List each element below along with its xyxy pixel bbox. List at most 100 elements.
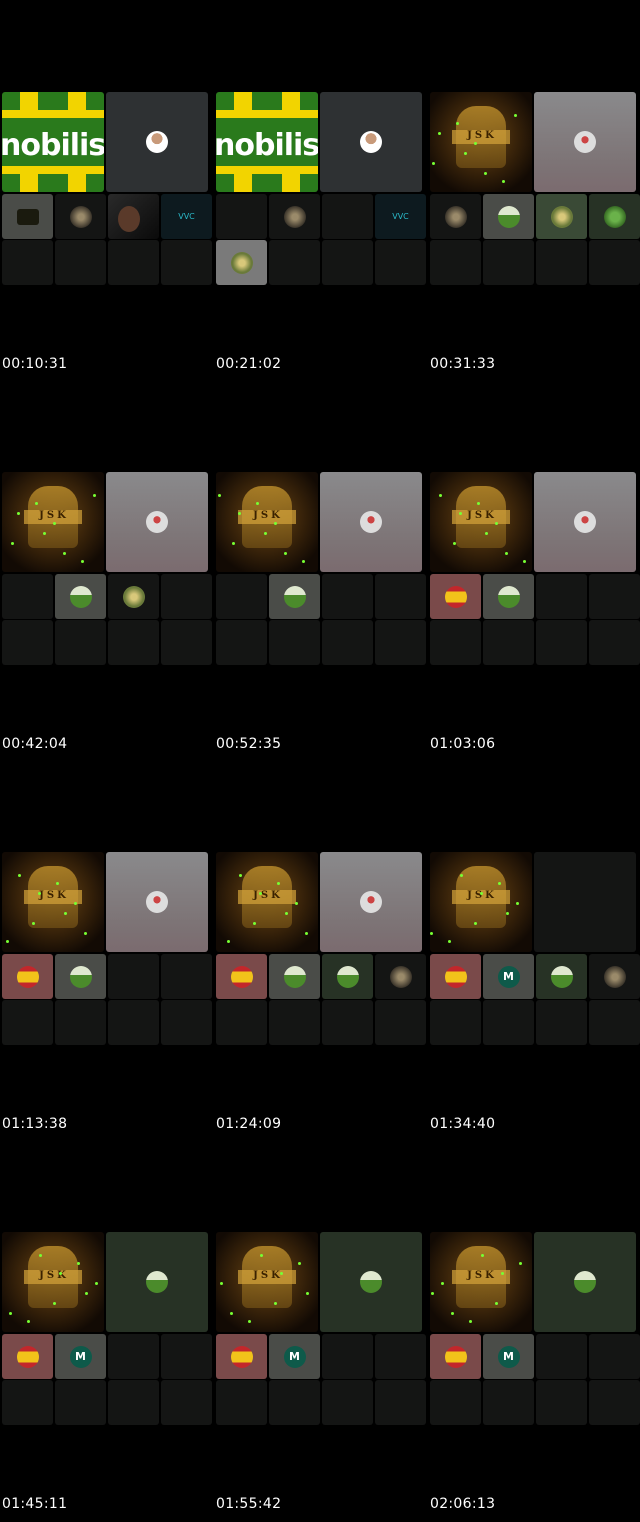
participant-tile[interactable] (430, 574, 481, 619)
participant-tile[interactable] (161, 574, 212, 619)
participant-tile[interactable] (589, 954, 640, 999)
participant-tile[interactable] (375, 1000, 426, 1045)
participant-tile[interactable] (161, 240, 212, 285)
jsk-emblem-tile[interactable]: JSK (430, 1232, 532, 1332)
participant-tile[interactable] (534, 472, 636, 572)
participant-tile[interactable] (375, 1380, 426, 1425)
jsk-emblem-tile[interactable]: JSK (430, 92, 532, 192)
participant-tile[interactable] (430, 1380, 481, 1425)
participant-tile[interactable] (430, 194, 481, 239)
participant-tile[interactable] (322, 194, 373, 239)
participant-tile[interactable] (430, 620, 481, 665)
participant-tile[interactable] (2, 954, 53, 999)
participant-tile[interactable] (2, 620, 53, 665)
participant-tile[interactable] (2, 240, 53, 285)
participant-tile[interactable] (483, 1000, 534, 1045)
participant-tile[interactable] (216, 954, 267, 999)
participant-tile[interactable] (216, 620, 267, 665)
jsk-emblem-tile[interactable]: JSK (216, 472, 318, 572)
participant-tile[interactable] (430, 1000, 481, 1045)
participant-tile[interactable] (483, 194, 534, 239)
participant-tile[interactable] (483, 240, 534, 285)
participant-tile[interactable] (106, 92, 208, 192)
participant-tile[interactable] (108, 240, 159, 285)
participant-tile[interactable] (55, 194, 106, 239)
participant-tile[interactable] (108, 1000, 159, 1045)
participant-tile[interactable] (320, 1232, 422, 1332)
participant-tile[interactable] (430, 1334, 481, 1379)
participant-tile[interactable] (483, 1380, 534, 1425)
jsk-emblem-tile[interactable]: JSK (2, 472, 104, 572)
camera-video-tile[interactable] (108, 194, 159, 239)
participant-tile[interactable] (322, 1000, 373, 1045)
participant-tile[interactable] (108, 1380, 159, 1425)
participant-tile[interactable] (108, 954, 159, 999)
participant-tile[interactable] (375, 574, 426, 619)
participant-tile[interactable] (55, 954, 106, 999)
participant-tile[interactable] (269, 954, 320, 999)
participant-tile[interactable] (106, 852, 208, 952)
participant-tile[interactable] (108, 620, 159, 665)
participant-tile[interactable] (322, 620, 373, 665)
participant-tile[interactable] (55, 1380, 106, 1425)
participant-tile[interactable] (322, 240, 373, 285)
participant-tile[interactable] (536, 954, 587, 999)
participant-tile[interactable] (536, 240, 587, 285)
jsk-emblem-tile[interactable]: JSK (2, 1232, 104, 1332)
participant-tile[interactable] (2, 1334, 53, 1379)
participant-tile[interactable] (589, 194, 640, 239)
participant-tile[interactable] (216, 194, 267, 239)
participant-tile[interactable] (216, 1000, 267, 1045)
participant-tile[interactable] (589, 620, 640, 665)
participant-tile[interactable] (320, 852, 422, 952)
participant-tile[interactable] (375, 240, 426, 285)
participant-tile[interactable]: VVC (161, 194, 212, 239)
participant-tile[interactable] (2, 1380, 53, 1425)
participant-tile[interactable] (269, 1000, 320, 1045)
participant-tile[interactable] (216, 240, 267, 285)
mobilis-logo-tile[interactable]: nobilis (2, 92, 104, 192)
participant-tile[interactable] (536, 1000, 587, 1045)
participant-tile[interactable] (108, 1334, 159, 1379)
participant-tile[interactable] (55, 620, 106, 665)
participant-tile[interactable] (589, 240, 640, 285)
jsk-emblem-tile[interactable]: JSK (216, 852, 318, 952)
participant-tile[interactable] (589, 1334, 640, 1379)
participant-tile[interactable] (483, 620, 534, 665)
participant-tile[interactable] (106, 1232, 208, 1332)
participant-tile[interactable] (322, 954, 373, 999)
participant-tile[interactable] (161, 620, 212, 665)
participant-tile[interactable] (55, 1000, 106, 1045)
participant-tile[interactable] (161, 1334, 212, 1379)
participant-tile[interactable] (375, 1334, 426, 1379)
participant-tile[interactable]: M (483, 954, 534, 999)
participant-tile[interactable] (216, 574, 267, 619)
participant-tile[interactable] (589, 574, 640, 619)
participant-tile[interactable] (2, 1000, 53, 1045)
participant-tile[interactable] (322, 574, 373, 619)
participant-tile[interactable] (161, 1380, 212, 1425)
participant-tile[interactable]: VVC (375, 194, 426, 239)
participant-tile[interactable] (161, 1000, 212, 1045)
participant-tile[interactable] (536, 574, 587, 619)
participant-tile[interactable] (216, 1380, 267, 1425)
participant-tile[interactable] (536, 620, 587, 665)
participant-tile[interactable] (216, 1334, 267, 1379)
participant-tile[interactable] (589, 1380, 640, 1425)
participant-tile[interactable] (106, 472, 208, 572)
participant-tile[interactable] (108, 574, 159, 619)
participant-tile[interactable] (536, 1380, 587, 1425)
participant-tile[interactable] (322, 1334, 373, 1379)
participant-tile[interactable] (430, 240, 481, 285)
participant-tile[interactable] (161, 954, 212, 999)
participant-tile[interactable]: M (483, 1334, 534, 1379)
participant-tile[interactable] (536, 1334, 587, 1379)
jsk-emblem-tile[interactable]: JSK (430, 472, 532, 572)
participant-tile[interactable] (534, 1232, 636, 1332)
participant-tile[interactable] (55, 574, 106, 619)
jsk-emblem-tile[interactable]: JSK (216, 1232, 318, 1332)
participant-tile[interactable] (375, 954, 426, 999)
participant-tile[interactable] (375, 620, 426, 665)
participant-tile[interactable] (2, 194, 53, 239)
participant-tile[interactable] (320, 92, 422, 192)
